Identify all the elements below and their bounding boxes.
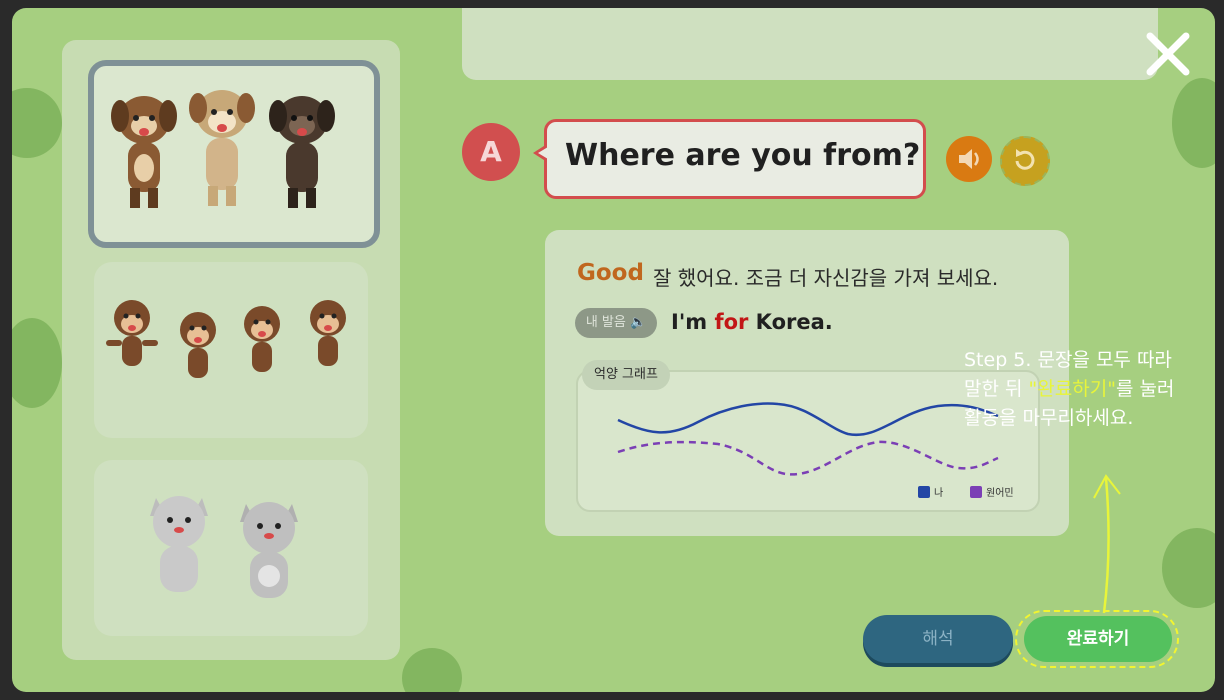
monkey-icon	[106, 300, 346, 378]
decor-blob	[12, 318, 62, 408]
speaker-icon: 🔈	[629, 315, 647, 330]
character-card-monkeys[interactable]	[94, 262, 368, 438]
decor-blob	[402, 648, 462, 692]
practice-modal: A Where are you from? Good 잘 했어요. 조금 더 자…	[12, 8, 1215, 692]
decor-blob	[1172, 78, 1215, 168]
pron-word-error: for	[714, 310, 749, 334]
recognized-sentence: I'm for Korea.	[671, 310, 833, 334]
character-card-cats[interactable]	[94, 460, 368, 636]
dog-icon	[111, 90, 335, 208]
legend-native: 원어민	[970, 484, 1014, 499]
close-button[interactable]	[1142, 28, 1194, 80]
legend-me-label: 나	[934, 488, 944, 499]
feedback-text: 잘 했어요. 조금 더 자신감을 가져 보세요.	[653, 266, 999, 290]
interpret-button[interactable]: 해석	[863, 615, 1013, 663]
speaker-avatar: A	[462, 123, 520, 181]
decor-blob	[12, 88, 62, 158]
step-guide-text: Step 5. 문장을 모두 따라 말한 뒤 "완료하기"를 눌러 활동을 마무…	[964, 346, 1214, 433]
done-button[interactable]: 완료하기	[1024, 616, 1172, 662]
legend-me: 나	[918, 484, 943, 499]
pron-word: I'm	[671, 310, 708, 334]
native-intonation-line	[617, 440, 999, 476]
legend-native-label: 원어민	[986, 488, 1014, 499]
play-audio-button[interactable]	[946, 136, 992, 182]
sentence-text: Where are you from?	[565, 138, 921, 173]
bubble-tail-inner	[538, 147, 548, 159]
grade-label: Good	[577, 260, 644, 286]
my-pronunciation-label: 내 발음	[585, 315, 626, 330]
guide-line-3: 활동을 마무리하세요.	[964, 407, 1134, 429]
replay-button[interactable]	[1000, 136, 1050, 186]
decor-blob	[1162, 528, 1215, 608]
guide-highlight: "완료하기"	[1028, 378, 1116, 400]
guide-arrow-icon	[1093, 474, 1121, 614]
character-card-dogs[interactable]	[88, 60, 380, 248]
done-button-highlight: 완료하기	[1015, 610, 1179, 668]
close-icon	[1146, 32, 1190, 76]
speaker-icon	[959, 149, 979, 169]
cat-icon	[150, 496, 298, 598]
my-intonation-line	[617, 402, 999, 437]
replay-icon	[1015, 149, 1035, 170]
guide-line-1: Step 5. 문장을 모두 따라	[964, 349, 1172, 371]
my-pronunciation-button[interactable]: 내 발음 🔈	[575, 308, 657, 338]
character-list	[62, 40, 400, 660]
top-scene-panel	[462, 8, 1158, 80]
pron-word: Korea.	[755, 310, 833, 334]
guide-line-2: 말한 뒤 "완료하기"를 눌러	[964, 378, 1175, 400]
sentence-bubble: Where are you from?	[533, 119, 926, 199]
